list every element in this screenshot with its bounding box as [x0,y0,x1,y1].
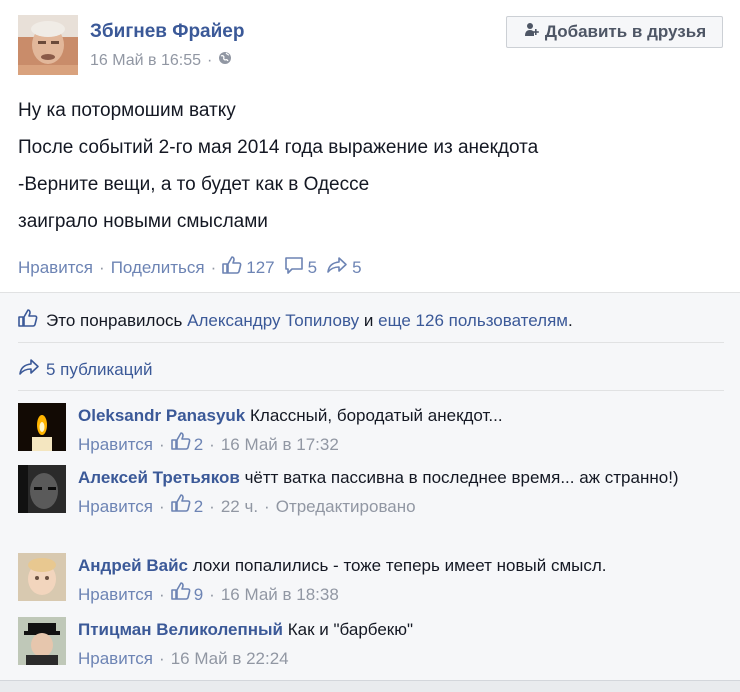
comment-body: Алексей Третьяков чётт ватка пассивна в … [78,465,718,519]
comment-text: лохи попалились - тоже теперь имеет новы… [192,556,607,575]
commenter-name[interactable]: Андрей Вайс [78,556,188,575]
comment-body: Птицман Великолепный Как и "барбекю" Нра… [78,617,718,671]
comment-time[interactable]: 22 ч. [221,494,258,519]
comment-time[interactable]: 16 Май в 22:24 [171,646,289,671]
comment-likes-count[interactable]: 9 [194,582,203,607]
post-line: После событий 2-го мая 2014 года выражен… [18,137,539,158]
shares-summary[interactable]: 5 публикаций [18,358,724,381]
comment-meta: Нравится · 2 · 22 ч. · Отредактировано [78,494,718,519]
post-text: Ну ка потормошим ватку После событий 2-г… [18,92,538,240]
edited-link[interactable]: Отредактировано [276,494,416,519]
divider [18,342,724,343]
other-likers-link[interactable]: еще 126 пользователям [378,311,568,331]
comment-meta: Нравится · 2 · 16 Май в 17:32 [78,432,718,457]
likes-summary-middle: и [359,310,379,330]
meta-separator: · [159,435,165,454]
meta-separator: · [209,435,215,454]
post-line: -Верните вещи, а то будет как в Одессе [18,174,370,195]
shares-count[interactable]: 5 [326,256,362,279]
comment-avatar[interactable] [18,403,66,451]
post-meta: 16 Май в 16:55 · [90,51,232,70]
shares-summary-link[interactable]: 5 публикаций [46,360,152,380]
comment-meta: Нравится · 16 Май в 22:24 [78,646,718,671]
comment-like-link[interactable]: Нравится [78,582,153,607]
share-link[interactable]: Поделиться [111,258,205,278]
comment-likes-count[interactable]: 2 [194,432,203,457]
add-friend-icon [523,22,539,43]
thumbs-up-icon [222,256,242,279]
likes-summary: Это понравилось Александру Топилову и ещ… [18,309,724,332]
likes-summary-prefix: Это понравилось [46,310,188,330]
commenter-name[interactable]: Алексей Третьяков [78,468,240,487]
post-line: заиграло новыми смыслами [18,211,268,232]
comment-likes-count[interactable]: 2 [194,494,203,519]
add-friend-button[interactable]: Добавить в друзья [506,16,723,48]
like-link[interactable]: Нравится [18,258,93,278]
post: Збигнев Фрайер 16 Май в 16:55 · Добавить… [0,0,740,292]
likes-count-value: 127 [246,257,275,277]
commenter-name[interactable]: Oleksandr Panasyuk [78,406,245,425]
meta-separator: · [209,585,215,604]
meta-separator: · [207,51,213,69]
share-arrow-icon [18,358,40,381]
meta-separator: · [209,497,215,516]
action-separator: · [210,257,217,277]
action-separator: · [99,257,105,277]
comment-avatar[interactable] [18,553,66,601]
comment-body: Андрей Вайс лохи попалились - тоже тепер… [78,553,718,607]
likes-count[interactable]: 127 [222,256,275,279]
comments-count[interactable]: 5 [284,256,317,279]
post-timestamp[interactable]: 16 Май в 16:55 [90,52,201,70]
comment-body: Oleksandr Panasyuk Классный, бородатый а… [78,403,718,457]
divider [18,390,724,391]
author-avatar[interactable] [18,15,78,75]
comment-text: Классный, бородатый анекдот... [250,406,503,425]
comments-count-value: 5 [307,257,318,277]
comment-avatar[interactable] [18,617,66,665]
thumbs-up-icon[interactable] [170,432,191,457]
shares-count-value: 5 [352,257,362,277]
post-line: Ну ка потормошим ватку [18,100,236,121]
meta-separator: · [159,649,165,668]
comment-text: чётт ватка пассивна в последнее время...… [244,468,679,487]
liker-name-link[interactable]: Александру Топилову [187,311,359,331]
comment-like-link[interactable]: Нравится [78,432,153,457]
meta-separator: · [159,585,165,604]
comment-avatar[interactable] [18,465,66,513]
meta-separator: · [159,497,165,516]
comment-like-link[interactable]: Нравится [78,494,153,519]
author-name[interactable]: Збигнев Фрайер [90,21,244,43]
share-arrow-icon [326,256,348,279]
add-friend-label: Добавить в друзья [544,22,707,41]
post-actions: Нравится · Поделиться · 127 5 5 [18,256,371,279]
thumbs-up-icon[interactable] [170,494,191,519]
comment-meta: Нравится · 9 · 16 Май в 18:38 [78,582,718,607]
comment-icon [284,256,304,279]
commenter-name[interactable]: Птицман Великолепный [78,620,283,639]
comment-time[interactable]: 16 Май в 17:32 [221,432,339,457]
comment-time[interactable]: 16 Май в 18:38 [221,582,339,607]
thumbs-up-icon [18,309,38,332]
bottom-border [0,680,740,692]
comment-like-link[interactable]: Нравится [78,646,153,671]
globe-icon[interactable] [218,51,232,70]
comment-text: Как и "барбекю" [287,620,414,639]
thumbs-up-icon[interactable] [170,582,191,607]
feedback-section: Это понравилось Александру Топилову и ещ… [0,292,740,692]
meta-separator: · [264,497,270,516]
likes-summary-suffix: . [567,310,573,330]
